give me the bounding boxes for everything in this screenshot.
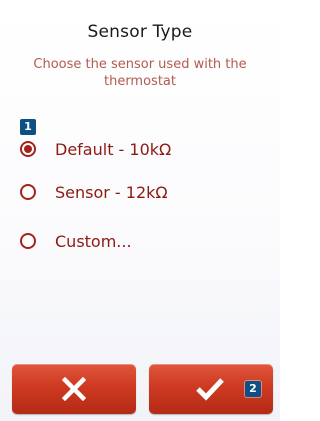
option-label: Custom... — [55, 231, 132, 251]
radio-button-selected[interactable] — [20, 141, 36, 157]
step-badge-1: 1 — [20, 119, 36, 135]
option-default-sensor[interactable]: Default - 10kΩ — [20, 136, 260, 162]
confirm-button[interactable]: 2 — [149, 364, 273, 414]
option-label: Default - 10kΩ — [55, 139, 172, 159]
step-badge-2: 2 — [245, 381, 261, 397]
option-label: Sensor - 12kΩ — [55, 182, 168, 202]
sensor-type-screen: Sensor Type Choose the sensor used with … — [0, 0, 280, 421]
page-title: Sensor Type — [87, 22, 193, 42]
option-custom-sensor[interactable]: Custom... — [20, 228, 260, 254]
checkmark-icon — [196, 378, 224, 401]
close-icon — [62, 377, 86, 401]
option-12k-sensor[interactable]: Sensor - 12kΩ — [20, 179, 260, 205]
radio-button[interactable] — [20, 184, 36, 200]
page-subtitle: Choose the sensor used with the thermost… — [33, 57, 247, 89]
cancel-button[interactable] — [12, 364, 136, 414]
radio-button[interactable] — [20, 233, 36, 249]
